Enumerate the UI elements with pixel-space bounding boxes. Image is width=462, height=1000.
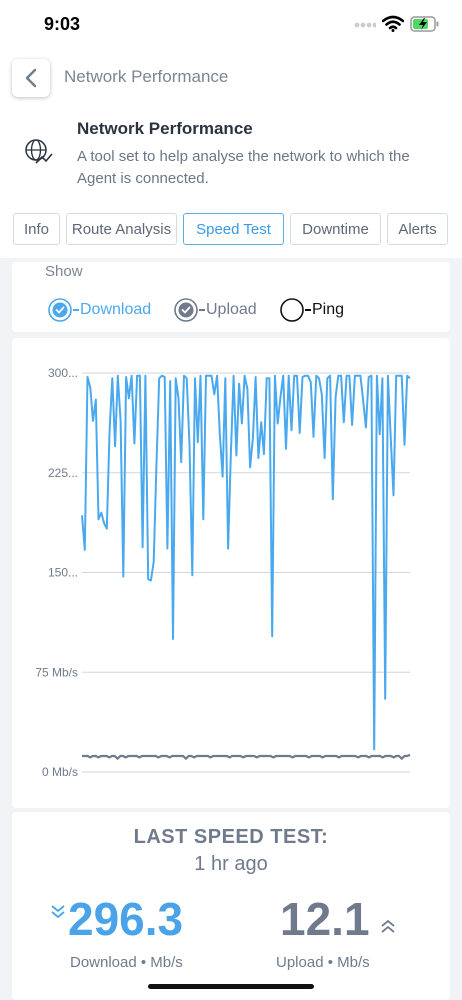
y-tick-label: 75 Mb/s <box>35 665 78 679</box>
signal-dots-icon <box>354 22 376 28</box>
nav-title: Network Performance <box>64 67 229 86</box>
tab-info[interactable]: Info <box>13 213 60 245</box>
status-bar: 9:03 <box>0 0 462 52</box>
wifi-icon <box>382 15 404 32</box>
chevron-left-icon <box>25 68 37 88</box>
upload-speed-unit: Upload • Mb/s <box>276 954 370 971</box>
download-chevrons-icon <box>51 905 65 919</box>
toggle-download-label: Download <box>80 301 152 318</box>
unchecked-circle-icon <box>280 298 304 322</box>
back-button[interactable] <box>12 59 50 97</box>
toggle-download[interactable]: Download <box>48 298 151 322</box>
tool-description: A tool set to help analyse the network t… <box>77 148 410 187</box>
upload-speed-value: 12.1 <box>280 893 370 945</box>
toggle-ping-label: Ping <box>312 301 345 318</box>
tab-alerts[interactable]: Alerts <box>387 213 448 245</box>
series-line-download <box>81 374 411 751</box>
series-toggle-panel: Show Download Upload Ping <box>12 262 450 332</box>
navigation-bar: Network Performance <box>0 52 462 102</box>
speed-chart-svg: 0 Mb/s 75 Mb/s 150... 225... 300... <box>35 366 411 779</box>
toggle-upload[interactable]: Upload <box>174 298 257 322</box>
show-label: Show <box>45 263 83 280</box>
checked-circle-icon <box>174 298 198 322</box>
download-speed-unit: Download • Mb/s <box>70 954 183 971</box>
upload-chevrons-icon <box>381 919 395 933</box>
tab-route-analysis[interactable]: Route Analysis <box>66 213 177 245</box>
toggle-connector <box>199 309 205 311</box>
speed-chart: 0 Mb/s 75 Mb/s 150... 225... 300... <box>12 338 450 808</box>
globe-network-icon <box>25 139 53 164</box>
y-tick-label: 0 Mb/s <box>42 765 78 779</box>
toggle-connector <box>73 309 79 311</box>
battery-charging-icon <box>410 16 439 32</box>
tab-speed-test[interactable]: Speed Test <box>183 213 284 245</box>
series-line-upload <box>82 753 411 760</box>
home-indicator <box>148 984 314 989</box>
download-speed-value: 296.3 <box>68 893 184 945</box>
toggle-ping[interactable]: Ping <box>280 298 344 322</box>
status-time: 9:03 <box>44 14 81 34</box>
last-speed-test-time: 1 hr ago <box>194 853 268 875</box>
last-speed-test-title: LAST SPEED TEST: <box>133 826 329 848</box>
tool-header: Network Performance A tool set to help a… <box>0 102 462 202</box>
tab-downtime[interactable]: Downtime <box>290 213 381 245</box>
checked-circle-icon <box>48 298 72 322</box>
y-tick-label: 150... <box>48 566 78 580</box>
last-speed-test-panel: LAST SPEED TEST: 1 hr ago 296.3 Download… <box>12 812 450 1000</box>
tab-bar: Info Route Analysis Speed Test Downtime … <box>0 202 462 258</box>
tool-title: Network Performance <box>77 119 253 138</box>
toggle-upload-label: Upload <box>206 301 257 318</box>
toggle-connector <box>305 309 311 311</box>
y-tick-label: 225... <box>48 466 78 480</box>
y-tick-label: 300... <box>48 366 78 380</box>
